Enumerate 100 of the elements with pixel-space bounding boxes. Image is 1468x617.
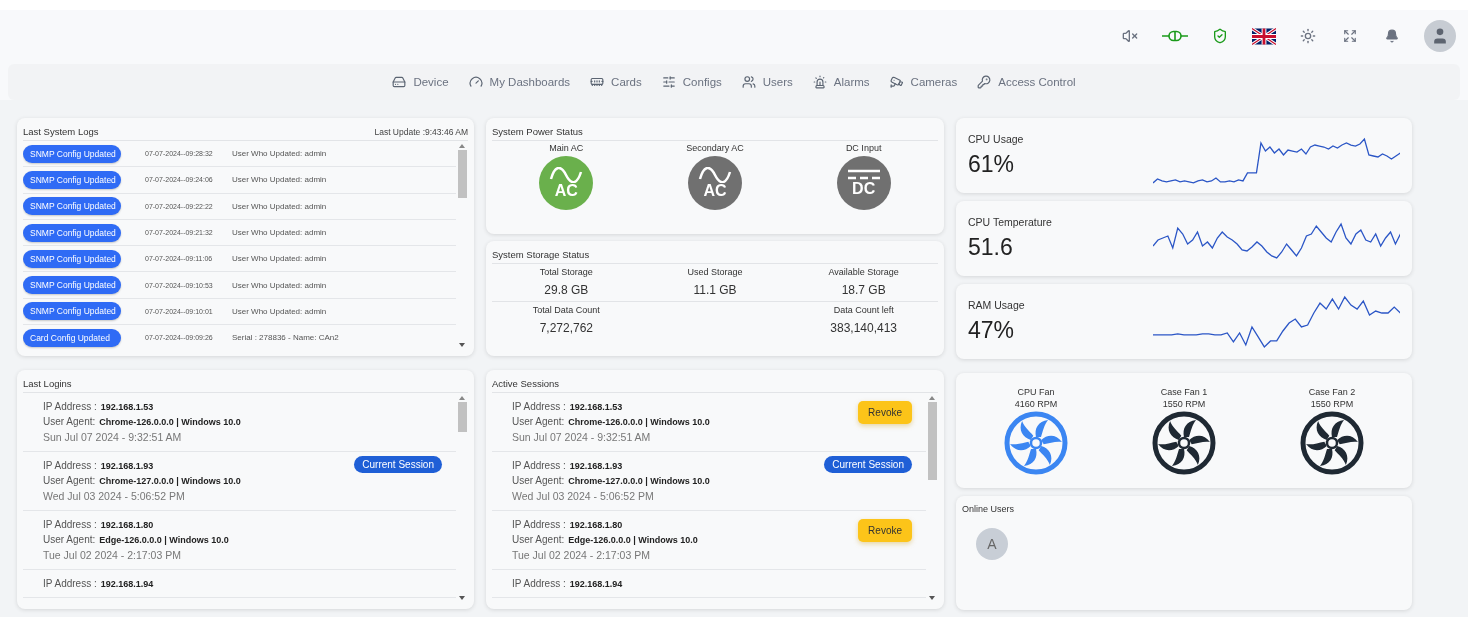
log-detail: User Who Updated: admin xyxy=(232,306,327,316)
user-agent: Edge-126.0.0.0 | Windows 10.0 xyxy=(99,535,229,545)
memory-card-icon xyxy=(590,75,605,89)
gauge-icon xyxy=(468,75,483,89)
session-date: Sun Jul 07 2024 - 9:32:51 AM xyxy=(512,431,652,443)
nav-link[interactable]: My Dashboards xyxy=(468,75,571,89)
flag-icon[interactable] xyxy=(1252,27,1276,45)
last-update-text: Last Update :9:43:46 AM xyxy=(374,126,468,137)
user-avatar[interactable]: A xyxy=(976,528,1008,560)
power-source-label: DC Input xyxy=(845,143,882,153)
nav-link[interactable]: Configs xyxy=(661,75,722,89)
camera-icon xyxy=(889,75,904,89)
storage-value: 383,140,413 xyxy=(830,321,898,335)
nav-link[interactable]: Alarms xyxy=(812,75,870,89)
session-date: Tue Jul 02 2024 - 2:17:03 PM xyxy=(512,549,651,561)
storage-label: Total Storage xyxy=(539,267,593,277)
user-agent: Edge-126.0.0.0 | Windows 10.0 xyxy=(568,535,698,545)
siren-icon xyxy=(812,75,827,89)
ip-label: IP Address : xyxy=(43,578,97,589)
log-detail: User Who Updated: admin xyxy=(232,149,327,159)
log-detail: User Who Updated: admin xyxy=(232,201,327,211)
card-title: Online Users xyxy=(962,504,1016,514)
log-detail: User Who Updated: admin xyxy=(232,228,327,238)
fan-speed: 1550 RPM xyxy=(1162,399,1206,409)
ip-label: IP Address : xyxy=(512,578,566,589)
nav-link[interactable]: Cards xyxy=(590,75,642,89)
log-detail: User Who Updated: admin xyxy=(232,175,327,185)
ip-address: 192.168.1.93 xyxy=(569,461,623,471)
ip-address: 192.168.1.93 xyxy=(100,461,154,471)
user-agent-label: User Agent: xyxy=(512,534,565,545)
user-agent: Chrome-126.0.0.0 | Windows 10.0 xyxy=(568,417,710,427)
fan-label: Case Fan 1 xyxy=(1160,387,1208,397)
ip-address: 192.168.1.53 xyxy=(569,402,623,412)
nav-link[interactable]: Device xyxy=(392,75,449,89)
fan-speed: 1550 RPM xyxy=(1310,399,1354,409)
storage-value: 7,272,762 xyxy=(539,321,593,335)
storage-label: Data Count left xyxy=(833,305,894,315)
session-date: Wed Jul 03 2024 - 5:06:52 PM xyxy=(43,490,186,502)
user-agent-label: User Agent: xyxy=(43,416,96,427)
user-agent-label: User Agent: xyxy=(512,475,565,486)
user-avatar[interactable] xyxy=(1424,20,1456,52)
ip-address: 192.168.1.80 xyxy=(569,520,623,530)
fan-label: CPU Fan xyxy=(1017,387,1055,397)
user-agent-label: User Agent: xyxy=(43,534,96,545)
power-type-label: AC xyxy=(554,183,578,199)
nav-link[interactable]: Cameras xyxy=(889,75,958,89)
log-event-badge: Card Config Updated xyxy=(23,328,121,347)
log-detail: User Who Updated: admin xyxy=(232,254,327,264)
log-event-badge: SNMP Config Updated xyxy=(23,302,121,321)
nav-link[interactable]: Users xyxy=(741,75,793,89)
sine-wave-icon xyxy=(698,167,732,183)
storage-label: Used Storage xyxy=(687,267,743,277)
card-title: Active Sessions xyxy=(492,378,560,389)
metric-label: CPU Usage xyxy=(968,133,1025,145)
metric-value: 51.6 xyxy=(968,234,1014,261)
sine-wave-icon xyxy=(549,167,584,183)
storage-label: Available Storage xyxy=(828,267,899,277)
storage-value: 18.7 GB xyxy=(841,283,886,297)
session-date: Wed Jul 03 2024 - 5:06:52 PM xyxy=(512,490,655,502)
sliders-icon xyxy=(661,75,676,89)
ip-label: IP Address : xyxy=(43,401,97,412)
metric-label: CPU Temperature xyxy=(968,216,1053,228)
ip-label: IP Address : xyxy=(43,519,97,530)
power-type-label: AC xyxy=(703,183,727,199)
log-detail: User Who Updated: admin xyxy=(232,280,327,290)
user-agent: Chrome-127.0.0.0 | Windows 10.0 xyxy=(568,476,710,486)
ip-label: IP Address : xyxy=(43,460,97,471)
ip-label: IP Address : xyxy=(512,519,566,530)
log-event-badge: SNMP Config Updated xyxy=(23,276,121,295)
card-title: System Power Status xyxy=(492,126,583,137)
dc-lines-icon xyxy=(845,169,882,181)
user-agent-label: User Agent: xyxy=(512,416,565,427)
ip-address: 192.168.1.94 xyxy=(100,579,154,589)
fan-speed: 4160 RPM xyxy=(1014,399,1058,409)
user-agent: Chrome-127.0.0.0 | Windows 10.0 xyxy=(99,476,241,486)
ip-label: IP Address : xyxy=(512,460,566,471)
power-source-label: Main AC xyxy=(549,143,584,153)
log-event-badge: SNMP Config Updated xyxy=(23,223,121,242)
drive-icon xyxy=(392,75,407,89)
metric-label: RAM Usage xyxy=(968,299,1026,311)
revoke-button[interactable]: Revoke xyxy=(858,401,912,424)
sun-icon[interactable] xyxy=(1298,26,1318,46)
log-event-badge: SNMP Config Updated xyxy=(23,249,121,268)
users-icon xyxy=(741,75,756,89)
log-event-badge: SNMP Config Updated xyxy=(23,197,121,216)
metric-value: 61% xyxy=(968,151,1016,178)
ip-label: IP Address : xyxy=(512,401,566,412)
session-date: Tue Jul 02 2024 - 2:17:03 PM xyxy=(43,549,182,561)
key-icon xyxy=(977,75,992,89)
ip-address: 192.168.1.80 xyxy=(100,520,154,530)
ip-address: 192.168.1.53 xyxy=(100,402,154,412)
revoke-button[interactable]: Revoke xyxy=(858,519,912,542)
metric-value: 47% xyxy=(968,317,1016,344)
log-event-badge: SNMP Config Updated xyxy=(23,144,121,163)
nav-link[interactable]: Access Control xyxy=(977,75,1076,89)
storage-value: 29.8 GB xyxy=(544,283,589,297)
card-title: Last System Logs xyxy=(23,126,99,137)
session-status-label: Current Session xyxy=(824,456,912,473)
log-event-badge: SNMP Config Updated xyxy=(23,170,121,189)
storage-value: 11.1 GB xyxy=(693,283,737,297)
